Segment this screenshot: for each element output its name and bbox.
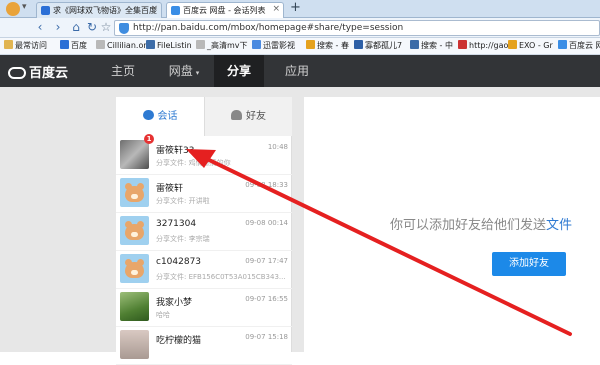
panel-scrollbar[interactable] [292,97,304,352]
empty-prompt: 你可以添加好友给他们发送文件 [390,218,573,233]
timestamp: 09-07 16:55 [245,295,288,303]
tab-title: 求《网球双飞物语》全集百度 [53,6,157,15]
baidu-icon [60,40,69,49]
bookmark-item[interactable]: 寡都孤儿7 [354,40,402,51]
page-icon [96,40,105,49]
bookmark-item[interactable]: Cillilian.or [96,40,147,50]
bookmark-item[interactable]: EXO - Gr [508,40,553,50]
add-friend-button[interactable]: 添加好友 [492,252,566,276]
person-icon [231,110,242,120]
main-content: 你可以添加好友给他们发送文件 添加好友 [304,97,600,352]
bt-icon [354,40,363,49]
contact-name: 雷筱轩 [156,184,184,194]
last-message: 分享文件: 鸡情燃情的你 [156,159,231,167]
nav-apps[interactable]: 应用 [272,55,322,87]
page-icon [458,40,467,49]
contact-name: c1042873 [156,257,202,267]
bear-avatar [120,178,149,207]
chat-bubble-icon [142,110,154,120]
bear-avatar [120,254,149,283]
timestamp: 09-08 00:14 [245,219,288,227]
conversation-item[interactable]: c1042873 09-07 17:47 分享文件: EFB156C0T53A0… [116,251,292,289]
conversation-panel: 会话 好友 1 雷筱轩33 10:48 分享文件: 鸡情燃情的你 雷筱轩 09-… [116,97,292,365]
bookmark-item[interactable]: 迅雷影视 [252,40,295,51]
last-message: 哈哈 [156,311,170,319]
home-icon[interactable]: ⌂ [68,20,84,36]
url-text: http://pan.baidu.com/mbox/homepage#share… [133,23,404,33]
cloud-logo-icon [8,67,26,79]
baidu-cloud-favicon-icon [171,6,180,15]
bear-avatar [120,216,149,245]
contact-name: 我家小梦 [156,298,193,308]
timestamp: 10:48 [267,143,288,151]
tab-conversations[interactable]: 会话 [116,97,204,136]
baidu-favicon-icon [41,6,50,15]
contact-name: 雷筱轩33 [156,146,195,156]
star-icon[interactable]: ☆ [98,20,114,36]
unread-badge: 1 [144,134,154,144]
nav-netdisk[interactable]: 网盘 ▾ [158,55,210,87]
paw-icon [508,40,517,49]
bookmark-item[interactable]: _高清mv下 [196,40,248,51]
conversation-item[interactable]: 1 雷筱轩33 10:48 分享文件: 鸡情燃情的你 [116,134,292,175]
timestamp: 09-07 17:47 [245,257,288,265]
folder-icon [4,40,13,49]
nav-share[interactable]: 分享 [214,55,264,87]
nav-home[interactable]: 主页 [98,55,148,87]
conversation-item[interactable]: 3271304 09-08 00:14 分享文件: 李宗瑞 [116,213,292,251]
contact-name: 吃柠檬的猫 [156,336,202,346]
baidu-cloud-icon [558,40,567,49]
bookmark-item[interactable]: 搜索 - 中 [410,40,453,51]
new-tab-button[interactable]: + [290,1,301,15]
last-message: 分享文件: 李宗瑞 [156,235,210,243]
back-icon[interactable]: ‹ [32,20,48,36]
browser-menu-icon[interactable] [6,2,20,16]
page-icon [410,40,419,49]
tab-friends[interactable]: 好友 [204,97,292,136]
site-header: 百度云 主页 网盘 ▾ 分享 应用 [0,55,600,87]
bookmark-item[interactable]: 搜索 - 春 [306,40,349,51]
tab-title: 百度云 网盘 - 会话列表 [183,6,266,15]
browser-nav-bar: ‹ › ⌂ ↻ ☆ http://pan.baidu.com/mbox/home… [0,18,600,38]
conversation-item[interactable]: 吃柠檬的猫 09-07 15:18 [116,327,292,365]
page-icon [252,40,261,49]
bookmark-item[interactable]: 百度 [60,40,87,51]
security-shield-icon [119,23,129,34]
browser-tab-1[interactable]: 求《网球双飞物语》全集百度 × [36,2,162,18]
site-logo[interactable]: 百度云 [8,62,68,81]
last-message: 分享文件: EFB156C0T53A015CB343... [156,273,286,281]
bookmarks-bar: 最常访问 百度 Cillilian.or FileListin _高清mv下 迅… [0,38,600,55]
address-bar[interactable]: http://pan.baidu.com/mbox/homepage#share… [114,20,600,36]
timestamp: 09-08 18:33 [245,181,288,189]
contact-name: 3271304 [156,219,197,229]
avatar [120,140,149,169]
page-icon [146,40,155,49]
paw-icon [306,40,315,49]
bookmark-item[interactable]: http://gao [458,40,508,50]
close-icon[interactable]: × [272,4,280,14]
forward-icon[interactable]: › [50,20,66,36]
page-icon [196,40,205,49]
conversation-item[interactable]: 雷筱轩 09-08 18:33 分享文件: 开讲啦 [116,175,292,213]
panel-tabs: 会话 好友 [116,97,292,136]
tab-list-icon[interactable]: ▾ [22,2,32,16]
timestamp: 09-07 15:18 [245,333,288,341]
bookmark-item[interactable]: 百度云 网 [558,40,600,51]
browser-tab-strip: ▾ 求《网球双飞物语》全集百度 × 百度云 网盘 - 会话列表 × + [0,0,600,18]
browser-tab-2[interactable]: 百度云 网盘 - 会话列表 × [166,2,284,18]
bookmark-item[interactable]: FileListin [146,40,192,50]
bookmark-item[interactable]: 最常访问 [4,40,47,51]
close-icon[interactable]: × [150,4,158,14]
avatar [120,292,149,321]
avatar [120,330,149,359]
last-message: 分享文件: 开讲啦 [156,197,210,205]
chevron-down-icon: ▾ [195,69,200,77]
conversation-item[interactable]: 我家小梦 09-07 16:55 哈哈 [116,289,292,327]
